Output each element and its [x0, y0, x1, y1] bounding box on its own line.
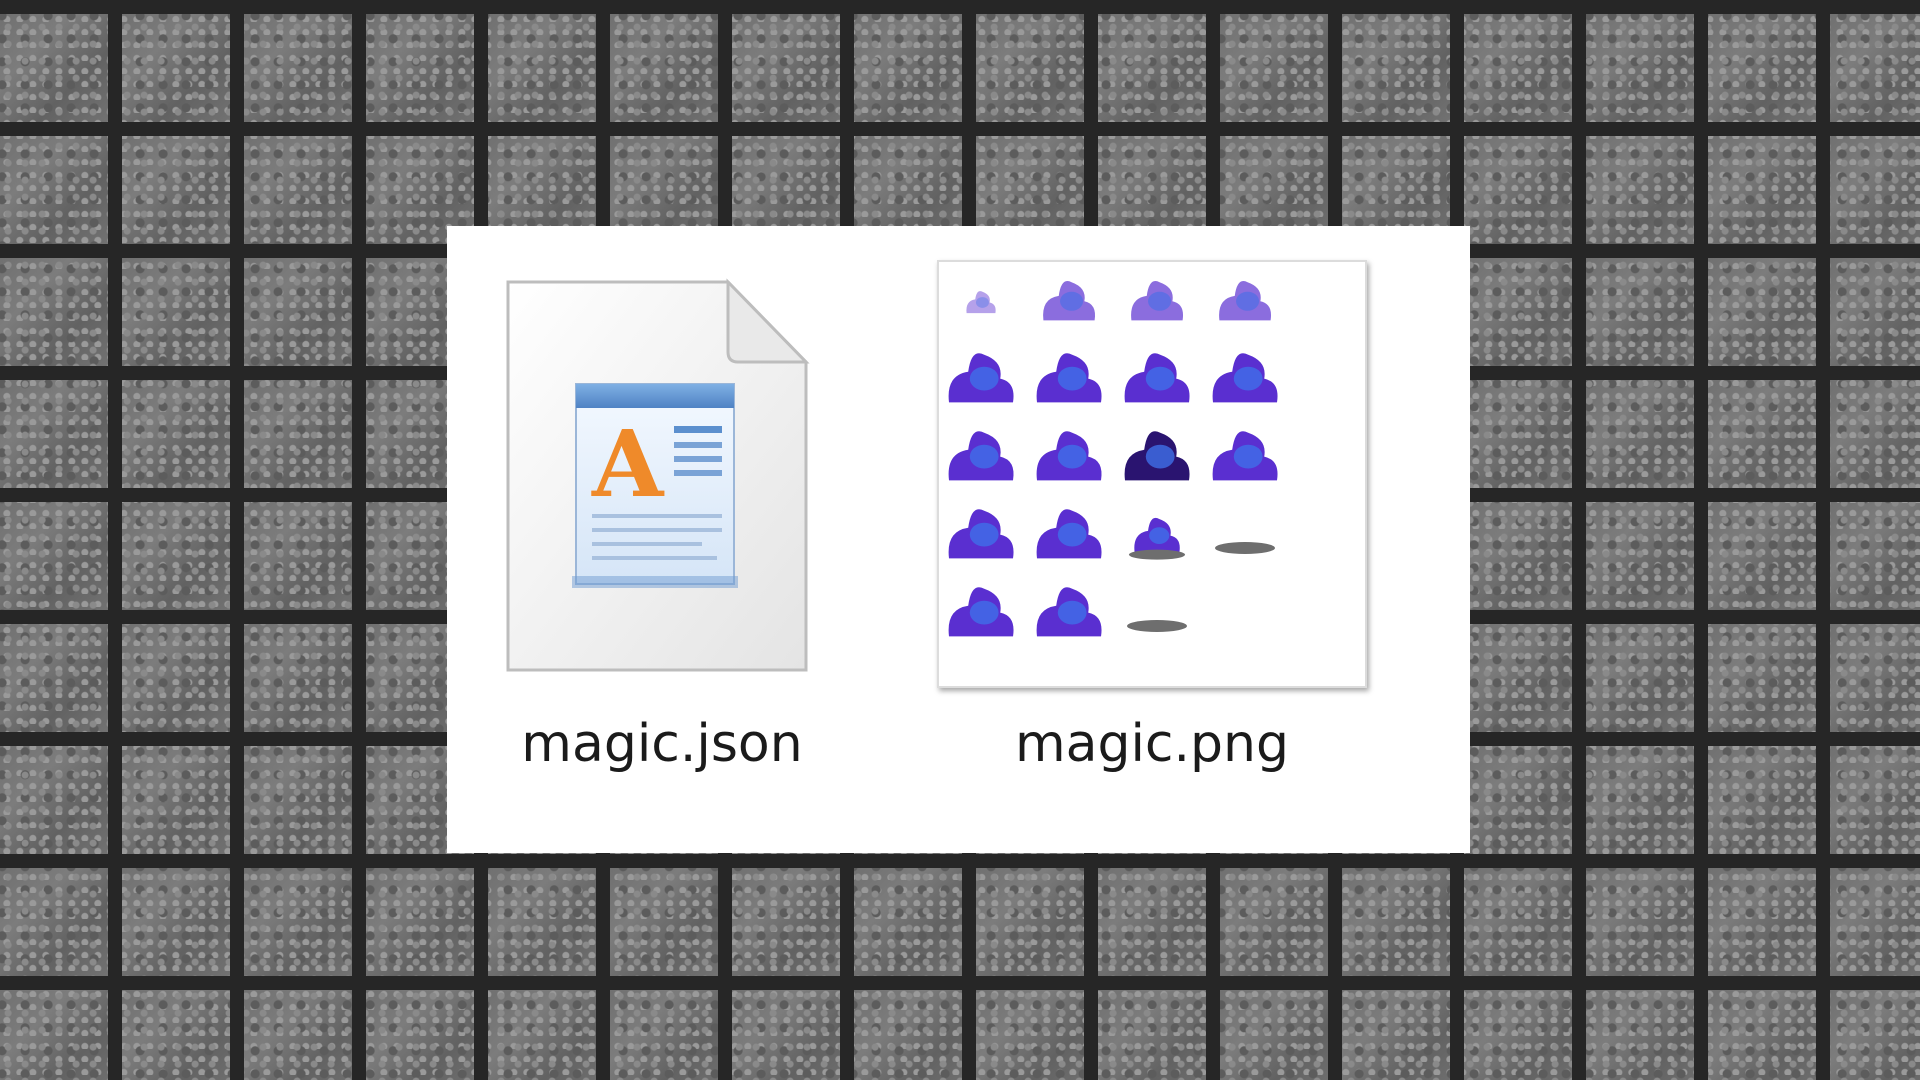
desktop-background: ​: [0, 0, 1920, 1080]
sprite-frame: [1036, 431, 1102, 481]
sprite-frame: [1036, 353, 1102, 403]
sprite-frame: [1219, 281, 1272, 321]
file-item-magic-json[interactable]: A magic.json: [477, 266, 847, 826]
sprite-frame: [948, 353, 1014, 403]
sprite-frame: [1036, 587, 1102, 637]
sprite-frame: [966, 291, 996, 314]
sprite-frame: [948, 587, 1014, 637]
sprite-frame: [1036, 509, 1102, 559]
sprite-frame: [948, 509, 1014, 559]
sprite-frame: [1215, 542, 1275, 554]
sprite-frame: [948, 431, 1014, 481]
sprite-frame: [1124, 431, 1190, 481]
sprite-frame: [1129, 517, 1185, 560]
image-thumbnail: [937, 260, 1367, 688]
sprite-frame: [1127, 620, 1187, 632]
svg-text:A: A: [591, 410, 665, 518]
sprite-frame: [1043, 281, 1096, 321]
sprite-frame: [1212, 353, 1278, 403]
document-icon: A: [502, 276, 812, 676]
sprite-frame: [1124, 353, 1190, 403]
file-explorer-panel: ​: [447, 226, 1470, 853]
file-item-magic-png[interactable]: magic.png: [917, 260, 1387, 826]
sprite-frame: [1131, 281, 1184, 321]
sprite-frame: [1212, 431, 1278, 481]
file-name-label: magic.png: [1014, 714, 1290, 774]
file-name-label: magic.json: [521, 714, 803, 774]
